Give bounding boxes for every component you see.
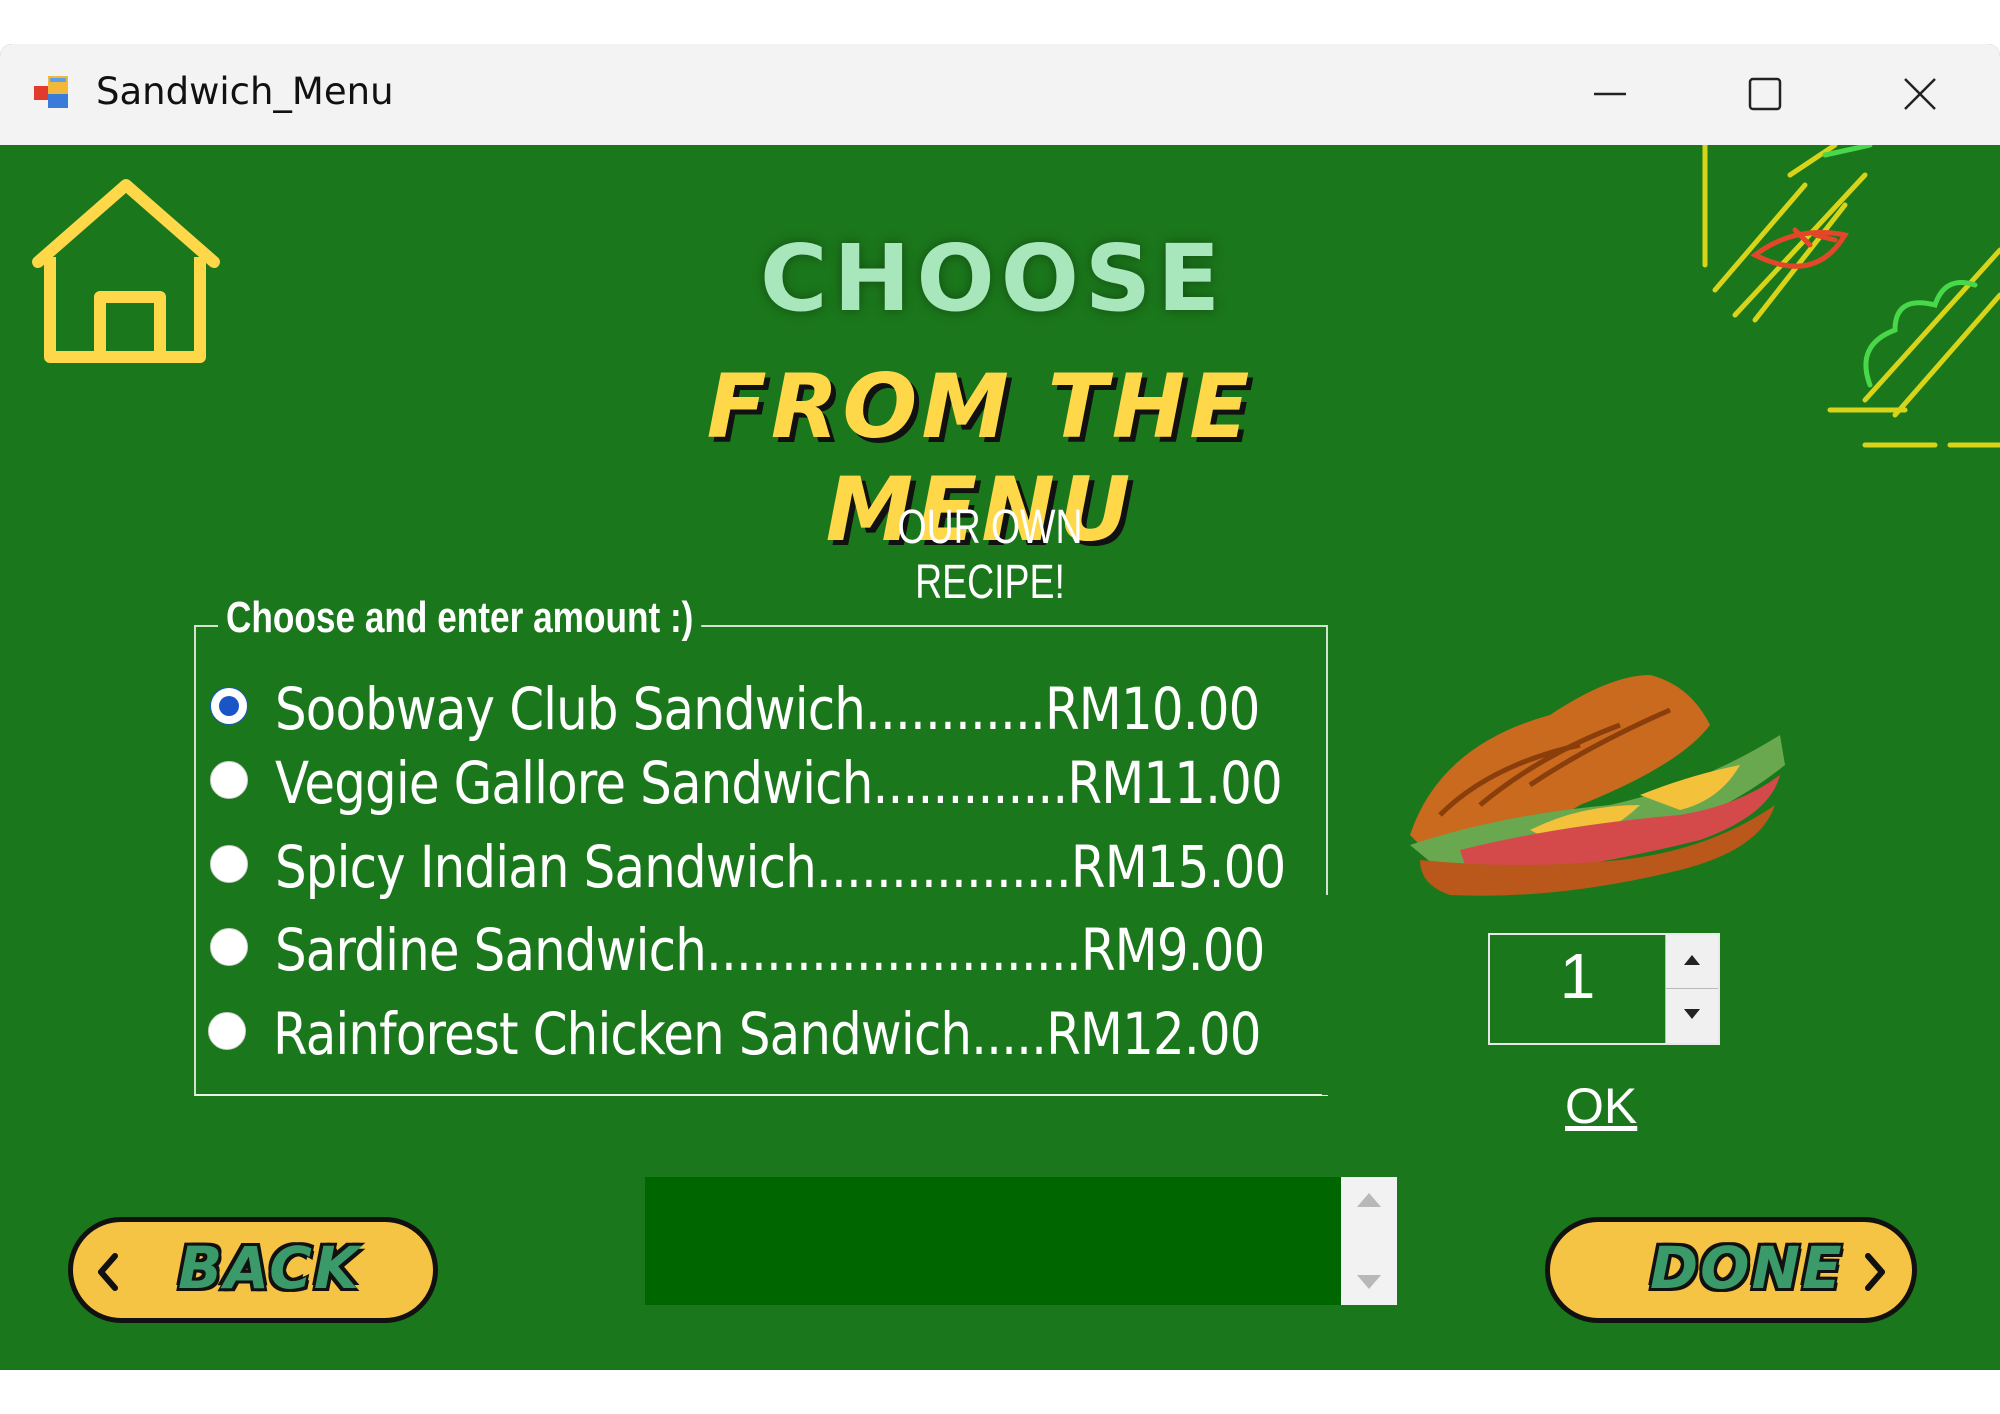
close-icon bbox=[1904, 78, 1936, 110]
title-bar: Sandwich_Menu bbox=[0, 44, 2000, 145]
scroll-up-icon[interactable] bbox=[1355, 1189, 1383, 1209]
done-button[interactable]: DONE bbox=[1545, 1217, 1917, 1323]
radio-button-selected[interactable] bbox=[210, 687, 248, 725]
sandwich-decoration-icon bbox=[1695, 142, 2000, 459]
quantity-decrease-button[interactable] bbox=[1666, 989, 1718, 1043]
arrow-down-icon bbox=[1684, 1009, 1700, 1019]
ok-link[interactable]: OK bbox=[1565, 1077, 1637, 1135]
radio-button[interactable] bbox=[208, 1012, 246, 1050]
window-title: Sandwich_Menu bbox=[96, 70, 394, 113]
heading-choose: CHOOSE bbox=[760, 225, 1227, 332]
radio-button[interactable] bbox=[210, 928, 248, 966]
croissant-sandwich-image bbox=[1380, 655, 1800, 919]
home-icon[interactable] bbox=[30, 177, 225, 371]
quantity-increase-button[interactable] bbox=[1666, 935, 1718, 989]
back-button-label: BACK bbox=[178, 1234, 361, 1302]
client-area: CHOOSE FROM THE MENU OUR OWN RECIPE! Cho… bbox=[0, 142, 2000, 1370]
back-button[interactable]: BACK bbox=[68, 1217, 438, 1323]
radio-button[interactable] bbox=[210, 845, 248, 883]
arrow-up-icon bbox=[1684, 955, 1700, 965]
option-label: Rainforest Chicken Sandwich.....RM12.00 bbox=[273, 1000, 1261, 1068]
sandwich-menu-window: Sandwich_Menu CHOOSE FROM THE MENU OUR O… bbox=[0, 44, 2000, 1370]
quantity-value[interactable]: 1 bbox=[1490, 939, 1665, 1013]
option-label: Veggie Gallore Sandwich.............RM11… bbox=[275, 749, 1283, 817]
order-listbox[interactable] bbox=[645, 1177, 1397, 1305]
option-label: Sardine Sandwich........................… bbox=[275, 916, 1265, 984]
quantity-stepper[interactable]: 1 bbox=[1488, 933, 1720, 1045]
groupbox-gap bbox=[1322, 895, 1328, 1095]
maximize-button[interactable] bbox=[1690, 44, 1840, 145]
minimize-button[interactable] bbox=[1535, 44, 1685, 145]
maximize-icon bbox=[1748, 77, 1782, 111]
minimize-icon bbox=[1594, 92, 1626, 96]
option-label: Soobway Club Sandwich............RM10.00 bbox=[275, 675, 1260, 743]
subheading-recipe: OUR OWN RECIPE! bbox=[897, 501, 1083, 609]
option-label: Spicy Indian Sandwich.................RM… bbox=[275, 833, 1286, 901]
radio-button[interactable] bbox=[210, 761, 248, 799]
listbox-scrollbar[interactable] bbox=[1341, 1177, 1397, 1305]
chevron-left-icon bbox=[93, 1252, 123, 1296]
done-button-label: DONE bbox=[1650, 1234, 1844, 1302]
chevron-right-icon bbox=[1860, 1252, 1890, 1296]
scroll-down-icon[interactable] bbox=[1355, 1273, 1383, 1293]
app-icon bbox=[32, 72, 72, 112]
quantity-spin-buttons bbox=[1665, 935, 1718, 1043]
close-button[interactable] bbox=[1845, 44, 1995, 145]
groupbox-legend: Choose and enter amount :) bbox=[218, 593, 702, 643]
